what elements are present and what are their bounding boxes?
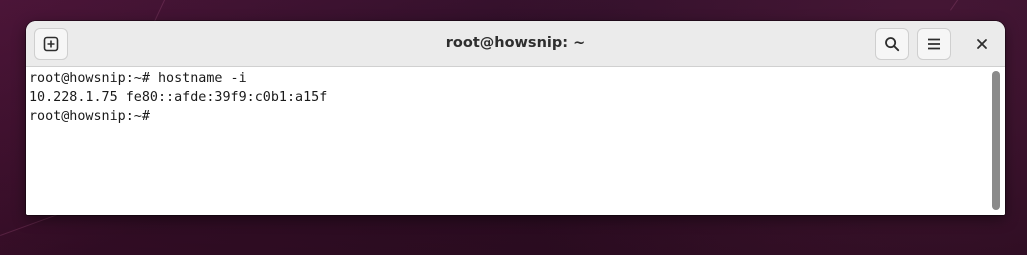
terminal-line-prompt: root@howsnip:~# (29, 109, 150, 124)
terminal-window: root@howsnip: ~ root@howsnip:~# hostname… (26, 21, 1005, 215)
scrollbar-thumb[interactable] (992, 71, 1000, 210)
close-icon (977, 39, 987, 49)
terminal-line-output: 10.228.1.75 fe80::afde:39f9:c0b1:a15f (29, 90, 328, 105)
hamburger-menu-icon (928, 38, 940, 50)
new-tab-button[interactable] (34, 28, 68, 60)
menu-button[interactable] (917, 28, 951, 60)
close-button[interactable] (966, 28, 998, 60)
search-icon (885, 37, 900, 52)
window-title: root@howsnip: ~ (445, 35, 586, 51)
wallpaper-line (0, 214, 57, 236)
wallpaper-line (950, 0, 1003, 11)
terminal-line-command: root@howsnip:~# hostname -i (29, 71, 247, 86)
headerbar: root@howsnip: ~ (26, 21, 1005, 67)
search-button[interactable] (875, 28, 909, 60)
terminal-output[interactable]: root@howsnip:~# hostname -i 10.228.1.75 … (26, 67, 1005, 215)
plus-square-icon (43, 36, 59, 52)
